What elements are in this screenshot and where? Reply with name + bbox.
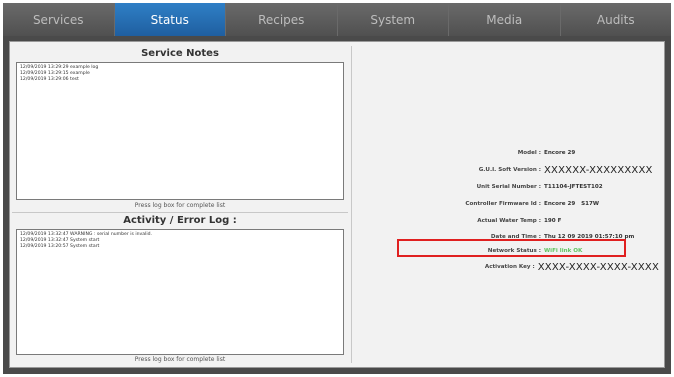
service-notes-title: Service Notes <box>141 48 219 59</box>
log-line: 12/09/2019 13:20:57 System start <box>20 244 100 249</box>
serial-label: Unit Serial Number : <box>476 184 541 190</box>
info-row-gui-version: G.U.I. Soft Version : XXXXXX-XXXXXXXXX <box>359 164 659 176</box>
log-line: 12/09/2019 13:29:06 test <box>20 77 79 82</box>
activation-key-value: XXXX-XXXX-XXXX-XXXX <box>537 261 659 273</box>
model-value: Encore 29 <box>544 150 576 156</box>
info-row-water-temp: Actual Water Temp : 190 F <box>359 215 659 227</box>
activation-label: Activation Key : <box>484 264 535 270</box>
serial-value: T11104-JFTEST102 <box>544 184 603 190</box>
activity-log-box[interactable]: 12/09/2019 13:32:47 WARNING : serial num… <box>16 229 344 355</box>
activity-log-title: Activity / Error Log : <box>123 215 237 226</box>
tab-status[interactable]: Status <box>114 3 226 36</box>
app-frame: Services Status Recipes System Media Aud… <box>3 3 671 374</box>
network-status-highlight <box>397 239 626 257</box>
gui-version-value: XXXXXX-XXXXXXXXX <box>544 164 653 176</box>
activity-log-hint: Press log box for complete list <box>134 356 226 363</box>
model-label: Model : <box>517 150 541 156</box>
tab-services[interactable]: Services <box>3 3 115 36</box>
water-temp-value: 190 F <box>544 218 562 224</box>
info-row-firmware: Controller Firmware Id : Encore 29 S17W <box>359 198 659 210</box>
tab-media[interactable]: Media <box>449 3 561 36</box>
info-row-serial: Unit Serial Number : T11104-JFTEST102 <box>359 181 659 193</box>
info-row-model: Model : Encore 29 <box>359 147 659 159</box>
water-temp-label: Actual Water Temp : <box>477 218 541 224</box>
tab-recipes[interactable]: Recipes <box>226 3 338 36</box>
logs-column: Service Notes 12/09/2019 13:29:29 exampl… <box>12 44 348 365</box>
section-divider <box>12 212 348 213</box>
tab-audits[interactable]: Audits <box>560 3 671 36</box>
info-row-activation: Activation Key : XXXX-XXXX-XXXX-XXXX <box>359 261 659 273</box>
service-notes-hint: Press log box for complete list <box>134 202 226 209</box>
tab-bar: Services Status Recipes System Media Aud… <box>3 3 671 36</box>
gui-version-label: G.U.I. Soft Version : <box>478 167 541 173</box>
tab-system[interactable]: System <box>337 3 449 36</box>
firmware-value: Encore 29 S17W <box>544 201 600 207</box>
column-divider <box>351 46 352 363</box>
service-notes-log-box[interactable]: 12/09/2019 13:29:29 example log 12/09/20… <box>16 62 344 200</box>
firmware-label: Controller Firmware Id : <box>465 201 541 207</box>
